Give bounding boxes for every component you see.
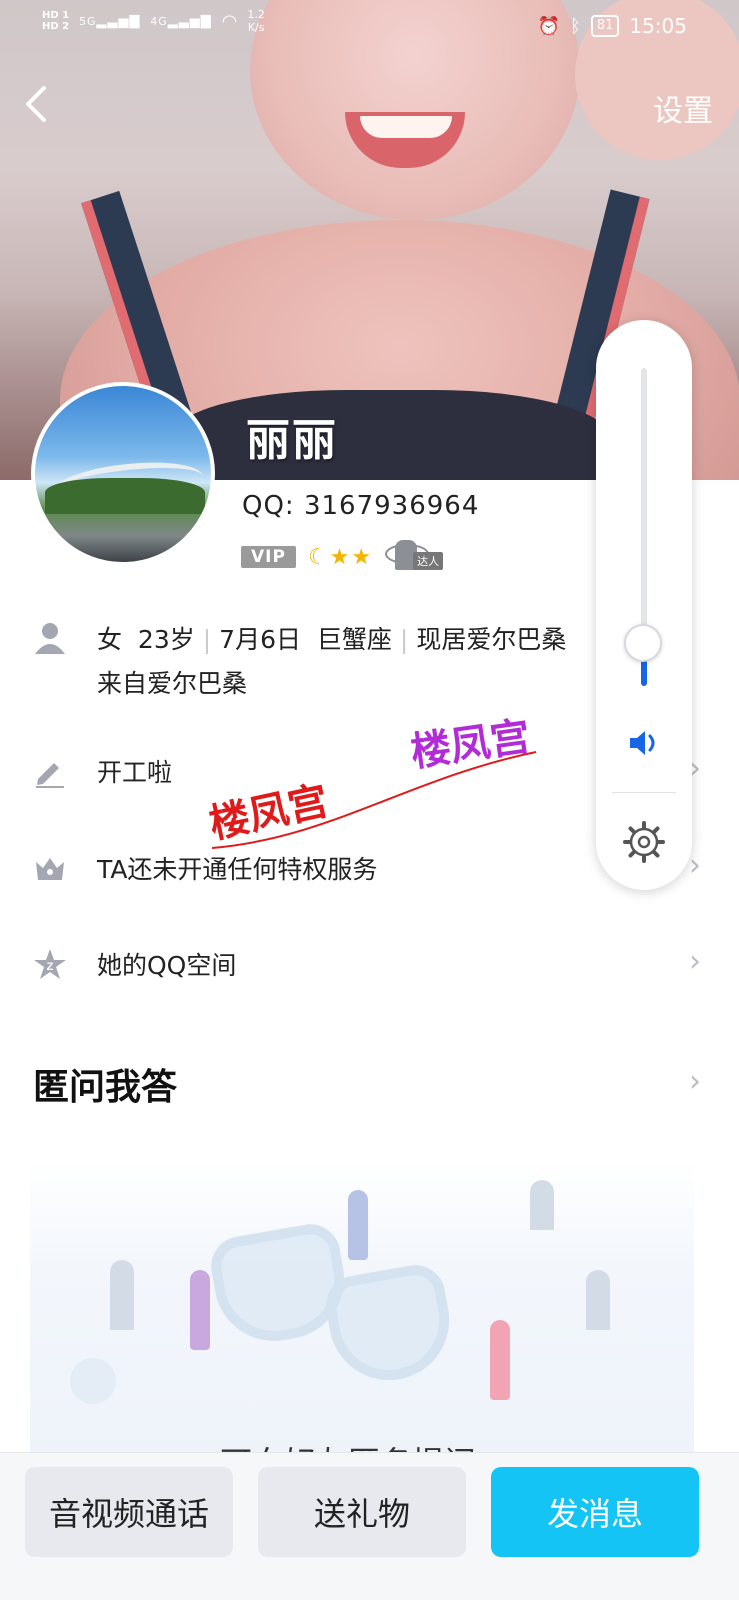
badge-row[interactable]: VIP ☾★★ 达人	[241, 540, 457, 574]
person-icon	[35, 623, 65, 654]
chevron-right-icon: ›	[689, 944, 701, 979]
video-call-button[interactable]: 音视频通话	[25, 1467, 233, 1557]
signal-5g-icon: 5G▂▃▅▇	[79, 13, 141, 29]
signature-text: 开工啦	[97, 758, 173, 787]
svg-text:Z: Z	[47, 961, 54, 973]
speaker-icon[interactable]	[626, 725, 662, 761]
alarm-icon: ⏰	[537, 15, 560, 37]
bluetooth-icon: ᛒ	[570, 15, 581, 37]
signal-4g-icon: 4G▂▃▅▇	[150, 13, 212, 29]
back-button[interactable]	[20, 82, 60, 126]
daren-badge-icon: 达人	[385, 540, 457, 574]
privilege-text: TA还未开通任何特权服务	[97, 855, 378, 884]
qzone-star-icon: Z	[34, 949, 66, 979]
qq-number: QQ: 3167936964	[242, 491, 480, 521]
send-message-button[interactable]: 发消息	[491, 1467, 699, 1557]
volume-slider-handle[interactable]	[624, 624, 662, 662]
avatar[interactable]	[31, 382, 215, 566]
clock: 15:05	[629, 14, 687, 38]
status-bar: HD 1 HD 2 5G▂▃▅▇ 4G▂▃▅▇ ◠ 1.2 K/s ⏰ ᛒ 81…	[0, 0, 739, 56]
hometown-text: 来自爱尔巴桑	[97, 669, 248, 698]
anonymous-qa-illustration: 可向好友匿名提问	[30, 1160, 694, 1460]
wifi-icon: ◠	[221, 10, 238, 32]
level-icons: ☾★★	[307, 544, 374, 570]
bottom-action-bar: 音视频通话 送礼物 发消息	[0, 1452, 739, 1600]
chevron-left-icon	[26, 86, 46, 122]
send-gift-button[interactable]: 送礼物	[258, 1467, 466, 1557]
battery-icon: 81	[590, 15, 620, 37]
hd-indicator: HD 1 HD 2	[42, 10, 70, 32]
pencil-icon	[36, 763, 64, 788]
volume-panel[interactable]	[596, 320, 692, 890]
vip-badge: VIP	[241, 546, 296, 568]
gear-icon[interactable]	[622, 820, 666, 864]
chevron-right-icon: ›	[689, 848, 701, 883]
section-chevron-right-icon[interactable]: ›	[689, 1064, 701, 1099]
settings-button[interactable]: 设置	[653, 86, 713, 130]
crown-icon	[36, 858, 64, 880]
qzone-text: 她的QQ空间	[97, 951, 237, 980]
network-speed: 1.2 K/s	[247, 8, 265, 34]
profile-name: 丽丽	[246, 415, 338, 466]
section-title: 匿问我答	[33, 1067, 178, 1108]
qzone-row[interactable]: Z 她的QQ空间 ›	[0, 938, 739, 998]
